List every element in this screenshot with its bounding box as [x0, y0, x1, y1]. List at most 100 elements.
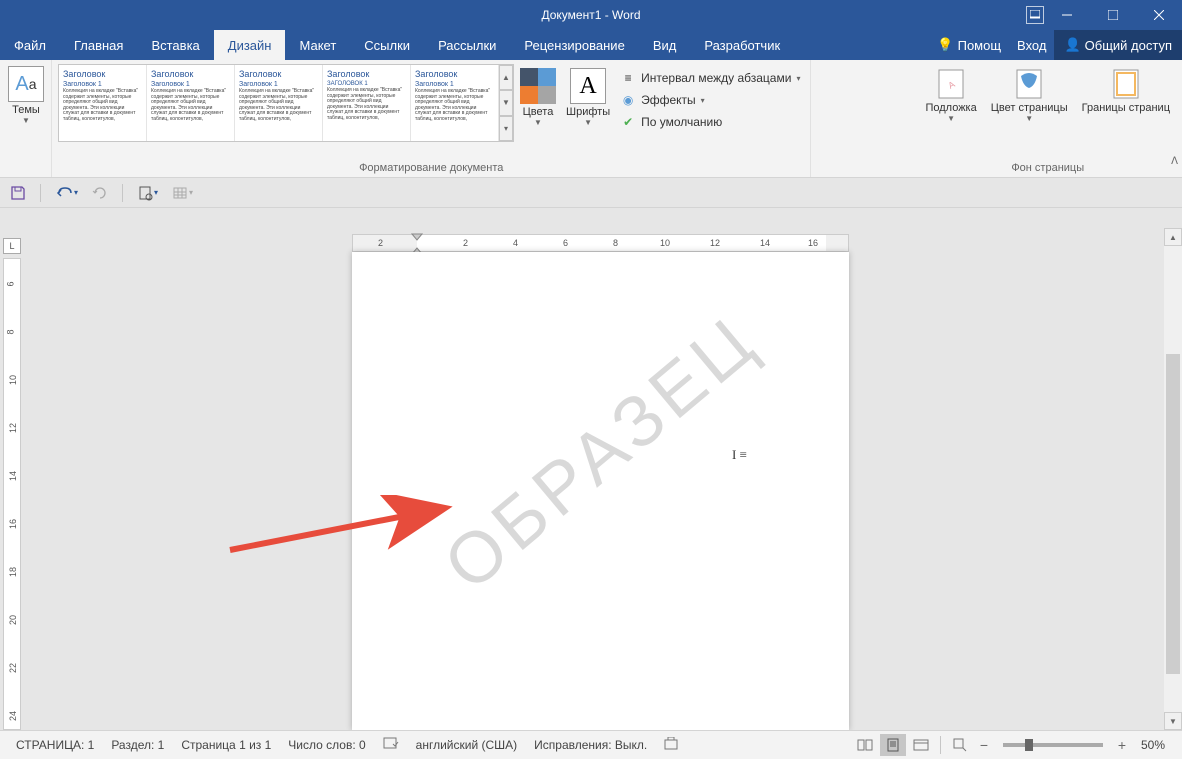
zoom-slider-thumb[interactable]	[1025, 739, 1033, 751]
maximize-button[interactable]	[1090, 0, 1136, 30]
zoom-dialog-icon[interactable]	[947, 734, 973, 756]
print-preview-button[interactable]: ▾	[137, 185, 158, 201]
scroll-thumb[interactable]	[1166, 354, 1180, 674]
effects-label: Эффекты	[641, 93, 696, 107]
style-preset-5[interactable]: Заголовок Заголовок 1 Коллекция на вклад…	[411, 65, 499, 141]
style-preset-1[interactable]: Заголовок Заголовок 1 Коллекция на вклад…	[59, 65, 147, 141]
status-section[interactable]: Раздел: 1	[103, 738, 173, 752]
themes-icon: Aa	[8, 66, 44, 102]
effects-button[interactable]: ◉ Эффекты ▾	[616, 90, 804, 110]
paragraph-spacing-icon: ≡	[620, 70, 636, 86]
status-page-of[interactable]: Страница 1 из 1	[173, 738, 280, 752]
colors-button[interactable]: Цвета ▼	[516, 64, 560, 131]
zoom-in-button[interactable]: +	[1113, 737, 1131, 753]
collapse-ribbon-icon[interactable]: ᐱ	[1171, 156, 1178, 167]
page-color-button[interactable]: Цвет страницы ▼	[985, 64, 1074, 127]
fonts-label: Шрифты	[566, 106, 610, 118]
close-button[interactable]	[1136, 0, 1182, 30]
colors-label: Цвета	[523, 106, 554, 118]
read-mode-button[interactable]	[852, 734, 878, 756]
scroll-down-button[interactable]: ▼	[1164, 712, 1182, 730]
gallery-scroll-up[interactable]: ▲	[499, 65, 513, 90]
share-button[interactable]: 👤 Общий доступ	[1054, 30, 1182, 60]
status-page[interactable]: СТРАНИЦА: 1	[8, 738, 103, 752]
ribbon-display-options-icon[interactable]	[1026, 6, 1044, 24]
fonts-button[interactable]: A Шрифты ▼	[562, 64, 614, 131]
themes-label: Темы	[12, 104, 40, 116]
zoom-out-button[interactable]: −	[975, 737, 993, 753]
paragraph-spacing-label: Интервал между абзацами	[641, 71, 791, 85]
quick-access-toolbar: ▾ ▾ ▾	[0, 178, 1182, 208]
table-button[interactable]: ▾	[172, 185, 193, 201]
save-button[interactable]	[10, 185, 26, 201]
tab-review[interactable]: Рецензирование	[510, 30, 638, 60]
tell-me-label: Помощ	[958, 38, 1001, 53]
style-preset-2[interactable]: Заголовок Заголовок 1 Коллекция на вклад…	[147, 65, 235, 141]
colors-icon	[520, 68, 556, 104]
checkmark-icon: ✔	[620, 114, 636, 130]
share-icon: 👤	[1064, 37, 1080, 53]
undo-button[interactable]: ▾	[55, 185, 78, 201]
document-formatting-gallery[interactable]: Заголовок Заголовок 1 Коллекция на вклад…	[58, 64, 514, 142]
page-borders-label: Границы страниц	[1082, 102, 1170, 114]
share-label: Общий доступ	[1085, 38, 1172, 53]
text-cursor-icon: I ≡	[732, 447, 747, 463]
gallery-more[interactable]: ▾	[499, 116, 513, 141]
watermark-icon: A	[935, 68, 967, 100]
paragraph-spacing-button[interactable]: ≡ Интервал между абзацами ▾	[616, 68, 804, 88]
vertical-scrollbar[interactable]: ▲ ▼	[1164, 228, 1182, 730]
page-borders-button[interactable]: Границы страниц	[1076, 64, 1176, 118]
tab-selector[interactable]: L	[3, 238, 21, 254]
vertical-ruler[interactable]: 6 8 10 12 14 16 18 20 22 24	[3, 258, 21, 730]
ribbon: Aa Темы ▼ Заголовок Заголовок 1 Коллекци…	[0, 60, 1182, 178]
tell-me-search[interactable]: 💡 Помощ	[929, 37, 1009, 53]
doc-formatting-group-label: Форматирование документа	[58, 159, 804, 177]
tab-insert[interactable]: Вставка	[137, 30, 213, 60]
sign-in-button[interactable]: Вход	[1009, 30, 1054, 60]
page-color-icon	[1013, 68, 1045, 100]
chevron-down-icon: ▼	[584, 118, 592, 127]
tab-home[interactable]: Главная	[60, 30, 137, 60]
title-bar: Документ1 - Word	[0, 0, 1182, 30]
horizontal-ruler[interactable]: 2 2 4 6 8 10 12 14 16	[352, 234, 849, 252]
style-preset-4[interactable]: Заголовок ЗАГОЛОВОК 1 Коллекция на вклад…	[323, 65, 411, 141]
tab-mailings[interactable]: Рассылки	[424, 30, 510, 60]
minimize-button[interactable]	[1044, 0, 1090, 30]
chevron-down-icon: ▼	[947, 114, 955, 123]
status-language[interactable]: английский (США)	[408, 738, 526, 752]
redo-button[interactable]	[92, 185, 108, 201]
set-default-label: По умолчанию	[641, 115, 722, 129]
page-borders-icon	[1110, 68, 1142, 100]
tab-developer[interactable]: Разработчик	[690, 30, 794, 60]
web-layout-button[interactable]	[908, 734, 934, 756]
page-color-label: Цвет страницы	[991, 102, 1068, 114]
document-title: Документ1 - Word	[541, 8, 640, 22]
chevron-down-icon: ▼	[534, 118, 542, 127]
tab-design[interactable]: Дизайн	[214, 30, 286, 60]
print-layout-button[interactable]	[880, 734, 906, 756]
status-macro-icon[interactable]	[656, 737, 687, 754]
status-spellcheck-icon[interactable]	[375, 737, 408, 754]
tab-file[interactable]: Файл	[0, 30, 60, 60]
set-default-button[interactable]: ✔ По умолчанию	[616, 112, 804, 132]
chevron-down-icon: ▼	[22, 116, 30, 125]
tab-references[interactable]: Ссылки	[350, 30, 424, 60]
status-words[interactable]: Число слов: 0	[280, 738, 374, 752]
fonts-icon: A	[570, 68, 606, 104]
watermark-button[interactable]: A Подложка ▼	[919, 64, 982, 127]
themes-button[interactable]: Aa Темы ▼	[6, 64, 46, 127]
tab-layout[interactable]: Макет	[285, 30, 350, 60]
gallery-scroll-down[interactable]: ▼	[499, 90, 513, 115]
effects-icon: ◉	[620, 92, 636, 108]
style-preset-3[interactable]: Заголовок Заголовок 1 Коллекция на вклад…	[235, 65, 323, 141]
page-bg-group-label: Фон страницы	[919, 159, 1176, 177]
page[interactable]: ОБРАЗЕЦ I ≡	[352, 252, 849, 730]
lightbulb-icon: 💡	[937, 37, 953, 53]
chevron-down-icon: ▾	[701, 96, 705, 105]
status-track-changes[interactable]: Исправления: Выкл.	[526, 738, 656, 752]
zoom-level[interactable]: 50%	[1133, 738, 1174, 752]
tab-view[interactable]: Вид	[639, 30, 691, 60]
scroll-up-button[interactable]: ▲	[1164, 228, 1182, 246]
zoom-slider[interactable]	[1003, 743, 1103, 747]
chevron-down-icon: ▼	[1025, 114, 1033, 123]
